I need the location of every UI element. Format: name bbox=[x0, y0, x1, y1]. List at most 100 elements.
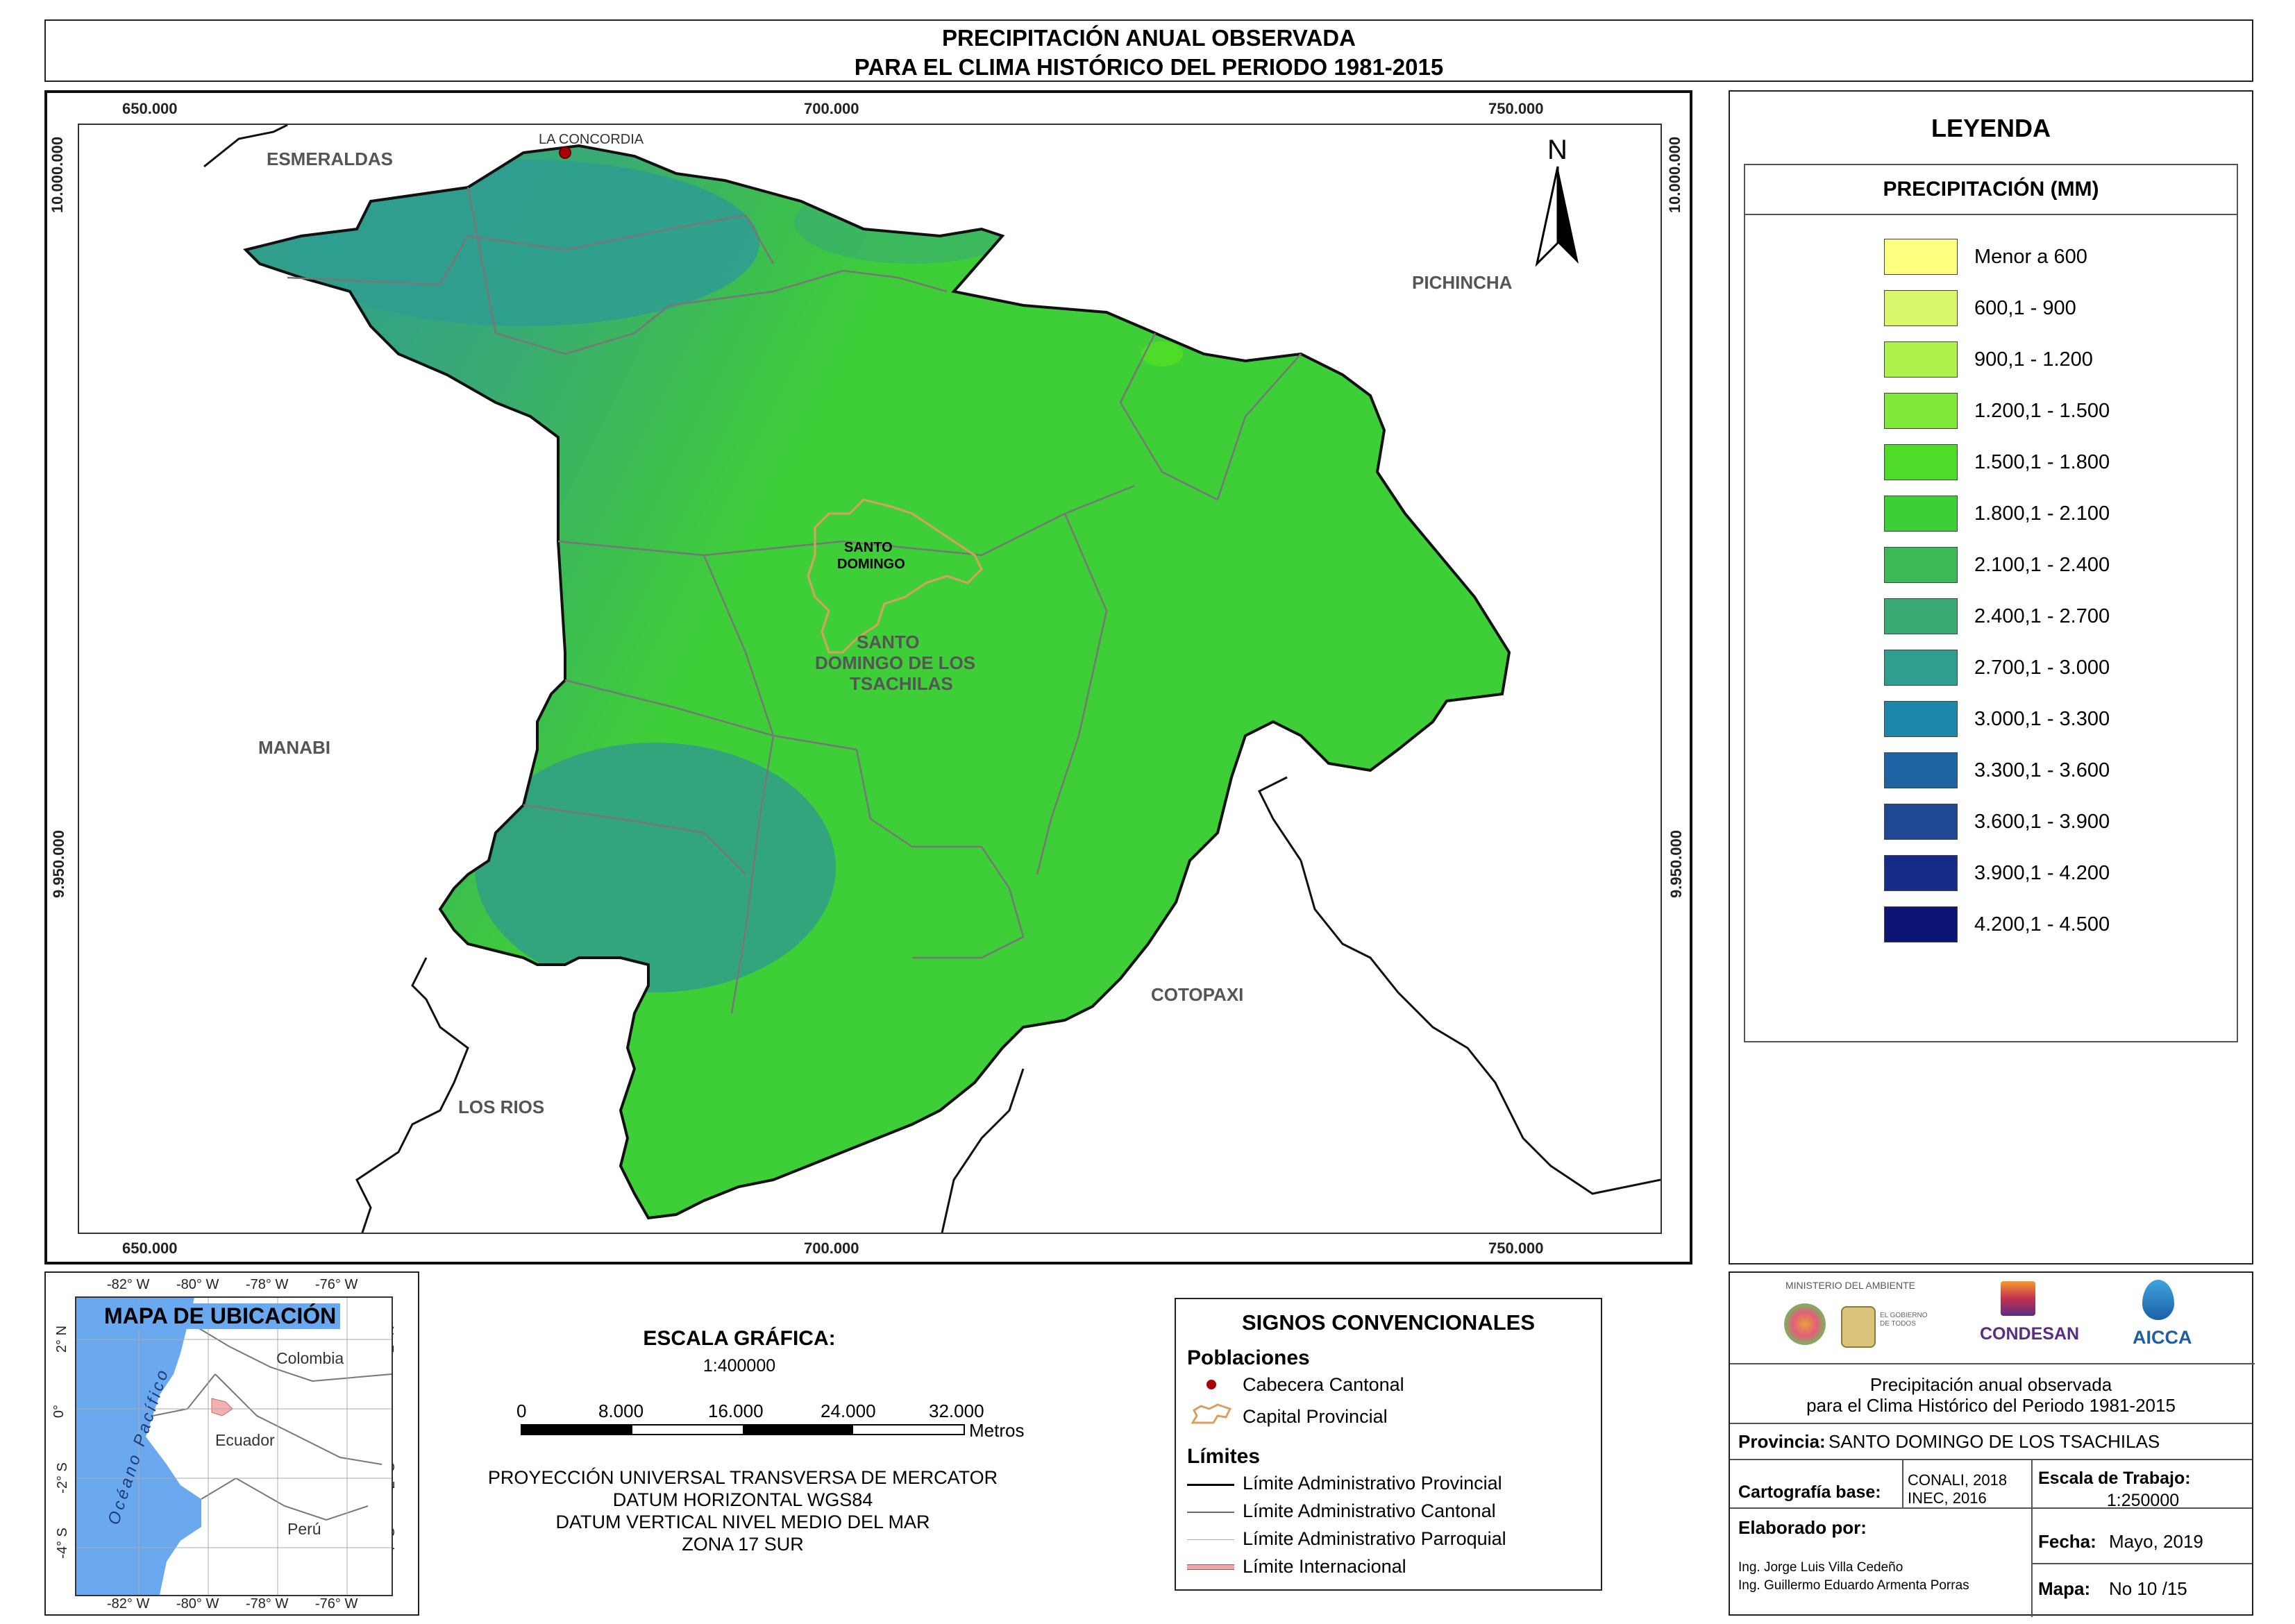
capital-provincial-icon bbox=[1191, 1403, 1232, 1424]
label-manabi: MANABI bbox=[258, 737, 330, 758]
legend-item: 3.300,1 - 3.600 bbox=[1884, 752, 2295, 788]
legend-title: LEYENDA bbox=[1931, 114, 2051, 142]
scale-ratio: 1:400000 bbox=[703, 1356, 776, 1376]
info-divider-2 bbox=[1730, 1459, 2252, 1460]
signs-title: SIGNOS CONVENCIONALES bbox=[1242, 1310, 1535, 1335]
legend-label: 1.800,1 - 2.100 bbox=[1974, 502, 2110, 525]
legend-swatch bbox=[1884, 239, 1958, 275]
projection-line-1: PROYECCIÓN UNIVERSAL TRANSVERSA DE MERCA… bbox=[487, 1467, 998, 1488]
x-tick-top-2: 700.000 bbox=[804, 100, 859, 117]
scale-title: ESCALA GRÁFICA: bbox=[643, 1327, 836, 1350]
location-colombia-label: Colombia bbox=[276, 1349, 344, 1367]
legend-label: 3.300,1 - 3.600 bbox=[1974, 759, 2110, 781]
y-tick-left-1: 10.000.000 bbox=[49, 136, 67, 214]
projection-line-3: DATUM VERTICAL NIVEL MEDIO DEL MAR bbox=[555, 1512, 930, 1532]
legend-item: 2.400,1 - 2.700 bbox=[1884, 598, 2295, 634]
legend-item: Menor a 600 bbox=[1884, 239, 2295, 275]
legend-label: 3.600,1 - 3.900 bbox=[1974, 811, 2110, 833]
ecuador-seal-icon bbox=[1841, 1306, 1876, 1348]
logos-row: MINISTERIO DEL AMBIENTE EL GOBIERNO DE T… bbox=[1730, 1273, 2255, 1364]
scale-bar bbox=[521, 1424, 965, 1435]
scale-unit: Metros bbox=[969, 1420, 1025, 1441]
title-line-2: PARA EL CLIMA HISTÓRICO DEL PERIODO 1981… bbox=[854, 54, 1444, 80]
north-label: N bbox=[1547, 135, 1567, 165]
legend-label: 1.200,1 - 1.500 bbox=[1974, 400, 2110, 422]
elaborado-name-1: Ing. Jorge Luis Villa Cedeño bbox=[1738, 1560, 1903, 1575]
location-map-area: MAPA DE UBICACIÓN Océano Pacífico Colomb… bbox=[75, 1296, 393, 1596]
loc-lon-bottom-2: -80° W bbox=[176, 1596, 219, 1612]
legend-swatch bbox=[1884, 752, 1958, 788]
elaborado-name-2: Ing. Guillermo Eduardo Armenta Porras bbox=[1738, 1578, 1969, 1593]
legend-panel: LEYENDA PRECIPITACIÓN (MM) Menor a 600 60… bbox=[1729, 90, 2253, 1264]
legend-label: 600,1 - 900 bbox=[1974, 297, 2076, 319]
lim-internacional-icon bbox=[1187, 1564, 1234, 1570]
lim-cantonal-icon bbox=[1187, 1512, 1234, 1513]
loc-lat-left-3: -2° S bbox=[54, 1462, 70, 1494]
location-map-box: -82° W -80° W -78° W -76° W -82° W -80° … bbox=[44, 1271, 419, 1616]
cartografia-value-2: INEC, 2016 bbox=[1908, 1489, 1987, 1507]
provincia-label: Provincia: bbox=[1738, 1431, 1826, 1452]
legend-swatch bbox=[1884, 496, 1958, 532]
map-frame: 650.000 700.000 750.000 650.000 700.000 … bbox=[44, 90, 1692, 1264]
y-tick-right-1: 10.000.000 bbox=[1666, 136, 1684, 214]
legend-item: 1.800,1 - 2.100 bbox=[1884, 496, 2295, 532]
legend-item: 3.000,1 - 3.300 bbox=[1884, 701, 2295, 737]
legend-item: 3.600,1 - 3.900 bbox=[1884, 804, 2295, 840]
legend-label: 1.500,1 - 1.800 bbox=[1974, 451, 2110, 473]
legend-label: 900,1 - 1.200 bbox=[1974, 348, 2093, 371]
label-esmeraldas: ESMERALDAS bbox=[267, 149, 394, 169]
loc-lon-bottom-1: -82° W bbox=[107, 1596, 150, 1612]
loc-lon-top-3: -78° W bbox=[246, 1277, 289, 1292]
legend-swatch bbox=[1884, 393, 1958, 429]
label-santo-domingo-2: DOMINGO bbox=[837, 557, 905, 572]
info-divider-4 bbox=[2031, 1563, 2252, 1564]
title-line-1: PRECIPITACIÓN ANUAL OBSERVADA bbox=[942, 25, 1356, 51]
aicca-logo-text: AICCA bbox=[2133, 1327, 2192, 1348]
loc-lon-top-1: -82° W bbox=[107, 1277, 150, 1292]
desc-line-1: Precipitación anual observada bbox=[1869, 1374, 2112, 1395]
legend-item: 4.200,1 - 4.500 bbox=[1884, 906, 2295, 942]
label-la-concordia: LA CONCORDIA bbox=[539, 132, 644, 147]
gobierno-logo-text: EL GOBIERNO DE TODOS bbox=[1880, 1312, 1928, 1328]
legend-item: 2.700,1 - 3.000 bbox=[1884, 650, 2295, 686]
x-tick-top-1: 650.000 bbox=[122, 100, 178, 117]
signs-lim-cantonal: Límite Administrativo Cantonal bbox=[1243, 1500, 1496, 1521]
legend-label: 3.900,1 - 4.200 bbox=[1974, 862, 2110, 884]
legend-item: 1.200,1 - 1.500 bbox=[1884, 393, 2295, 429]
x-tick-bottom-1: 650.000 bbox=[122, 1240, 178, 1257]
legend-swatch bbox=[1884, 804, 1958, 840]
info-vline-1 bbox=[1902, 1459, 1903, 1507]
location-ecuador-label: Ecuador bbox=[215, 1431, 275, 1449]
scale-section: ESCALA GRÁFICA: 1:400000 0 8.000 16.000 … bbox=[444, 1319, 1138, 1596]
cabecera-cantonal-icon bbox=[1207, 1380, 1216, 1389]
projection-line-4: ZONA 17 SUR bbox=[682, 1534, 804, 1555]
label-province-3: TSACHILAS bbox=[850, 673, 953, 694]
cartografia-value-1: CONALI, 2018 bbox=[1908, 1471, 2008, 1489]
legend-swatch bbox=[1884, 906, 1958, 942]
legend-item: 2.100,1 - 2.400 bbox=[1884, 547, 2295, 583]
label-province-1: SANTO bbox=[857, 632, 920, 652]
fecha-value: Mayo, 2019 bbox=[2109, 1531, 2203, 1552]
info-divider-1 bbox=[1730, 1423, 2252, 1424]
y-tick-left-2: 9.950.000 bbox=[49, 830, 67, 898]
legend-swatch bbox=[1884, 650, 1958, 686]
ministerio-logo-text: MINISTERIO DEL AMBIENTE bbox=[1785, 1280, 1915, 1291]
legend-label: 2.700,1 - 3.000 bbox=[1974, 657, 2110, 679]
info-divider-3 bbox=[1730, 1507, 2252, 1509]
lim-provincial-icon bbox=[1187, 1484, 1234, 1486]
aicca-logo-icon bbox=[2142, 1280, 2174, 1320]
lim-parroquial-icon bbox=[1187, 1539, 1234, 1540]
legend-swatch bbox=[1884, 598, 1958, 634]
legend-label: 3.000,1 - 3.300 bbox=[1974, 708, 2110, 730]
legend-item: 900,1 - 1.200 bbox=[1884, 341, 2295, 378]
legend-swatch bbox=[1884, 341, 1958, 378]
condesan-logo-icon bbox=[2001, 1281, 2035, 1316]
info-box: MINISTERIO DEL AMBIENTE EL GOBIERNO DE T… bbox=[1729, 1271, 2255, 1617]
scale-tick-0: 0 bbox=[516, 1401, 527, 1421]
legend-item: 1.500,1 - 1.800 bbox=[1884, 444, 2295, 480]
elaborado-label: Elaborado por: bbox=[1738, 1517, 1867, 1538]
legend-label: 2.400,1 - 2.700 bbox=[1974, 605, 2110, 627]
legend-item: 3.900,1 - 4.200 bbox=[1884, 855, 2295, 891]
label-los-rios: LOS RIOS bbox=[458, 1097, 545, 1117]
title-box: PRECIPITACIÓN ANUAL OBSERVADA PARA EL CL… bbox=[44, 19, 2253, 82]
